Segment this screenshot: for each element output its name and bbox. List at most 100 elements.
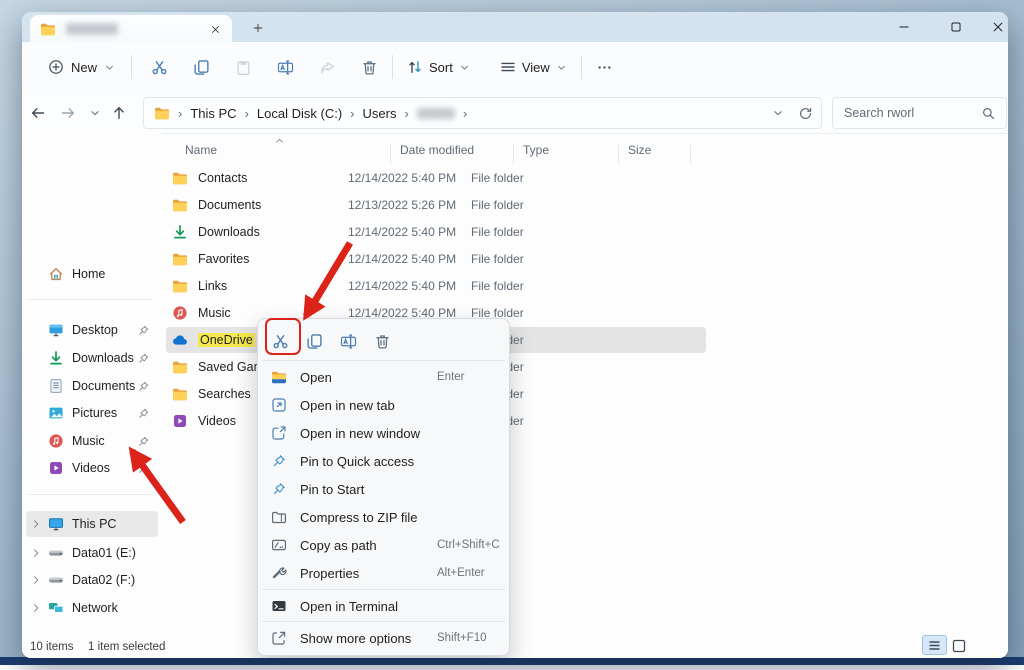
sidebar-item-home[interactable]: Home <box>26 261 158 287</box>
file-row[interactable]: Downloads 12/14/2022 5:40 PM File folder <box>166 219 706 245</box>
sidebar-item-desktop[interactable]: Desktop <box>26 317 158 343</box>
breadcrumb-users[interactable]: Users <box>363 106 397 121</box>
pin-icon <box>271 453 287 469</box>
view-button[interactable]: View <box>492 50 575 84</box>
column-separator[interactable] <box>690 145 691 163</box>
column-separator[interactable] <box>618 145 619 163</box>
file-type: File folder <box>471 279 524 293</box>
up-arrow-icon <box>111 105 127 121</box>
explorer-tab[interactable] <box>30 15 232 42</box>
see-more-button[interactable] <box>588 50 622 84</box>
context-rename-button[interactable] <box>334 327 362 355</box>
column-header-size[interactable]: Size <box>628 143 651 165</box>
paste-button[interactable] <box>226 50 260 84</box>
context-copy-button[interactable] <box>300 327 328 355</box>
chevron-right-icon[interactable] <box>30 574 42 586</box>
close-window-button[interactable] <box>977 12 1008 42</box>
column-separator[interactable] <box>390 145 391 163</box>
context-cut-button[interactable] <box>266 327 294 355</box>
sidebar-item-data02[interactable]: Data02 (F:) <box>26 567 158 593</box>
chevron-right-icon[interactable] <box>30 602 42 614</box>
sidebar-item-music[interactable]: Music <box>26 428 158 454</box>
menu-item-properties[interactable]: Properties Alt+Enter <box>262 559 505 587</box>
column-header-name[interactable]: Name <box>185 143 217 165</box>
toolbar-separator <box>131 55 132 79</box>
sidebar-item-documents[interactable]: Documents <box>26 373 158 399</box>
sort-button[interactable]: Sort <box>399 50 478 84</box>
sidebar-item-label: Downloads <box>72 351 137 365</box>
sidebar-item-videos[interactable]: Videos <box>26 455 158 481</box>
details-view-toggle[interactable] <box>922 635 947 655</box>
menu-item-open-new-window[interactable]: Open in new window <box>262 419 505 447</box>
file-name: Links <box>198 279 348 293</box>
file-row[interactable]: Favorites 12/14/2022 5:40 PM File folder <box>166 246 706 272</box>
search-icon <box>981 106 996 121</box>
menu-item-pin-quick-access[interactable]: Pin to Quick access <box>262 447 505 475</box>
folder-icon <box>154 105 170 121</box>
file-row[interactable]: Documents 12/13/2022 5:26 PM File folder <box>166 192 706 218</box>
file-row[interactable]: Links 12/14/2022 5:40 PM File folder <box>166 273 706 299</box>
back-button[interactable] <box>25 100 51 126</box>
new-button[interactable]: New <box>38 50 125 84</box>
copy-icon <box>306 333 323 350</box>
column-separator[interactable] <box>513 145 514 163</box>
menu-item-open-new-tab[interactable]: Open in new tab <box>262 391 505 419</box>
forward-button[interactable] <box>55 100 81 126</box>
large-icons-view-toggle[interactable] <box>949 637 969 655</box>
sidebar-item-this-pc[interactable]: This PC <box>26 511 158 537</box>
folder-icon <box>172 197 188 213</box>
sidebar-item-label: Documents <box>72 379 137 393</box>
trash-icon <box>374 333 391 350</box>
documents-icon <box>48 378 64 394</box>
menu-item-show-more-options[interactable]: Show more options Shift+F10 <box>262 624 505 652</box>
refresh-icon[interactable] <box>798 106 813 121</box>
menu-item-label: Pin to Quick access <box>300 454 505 469</box>
copy-button[interactable] <box>184 50 218 84</box>
breadcrumb-separator: › <box>463 106 467 121</box>
sidebar-item-label: Pictures <box>72 406 137 420</box>
column-header-date[interactable]: Date modified <box>400 143 474 165</box>
cut-button[interactable] <box>142 50 176 84</box>
menu-item-open-in-terminal[interactable]: Open in Terminal <box>262 592 505 620</box>
menu-item-compress-zip[interactable]: Compress to ZIP file <box>262 503 505 531</box>
file-date: 12/14/2022 5:40 PM <box>348 171 470 185</box>
file-name: Downloads <box>198 225 348 239</box>
column-header-type[interactable]: Type <box>523 143 549 165</box>
delete-button[interactable] <box>352 50 386 84</box>
up-button[interactable] <box>106 100 132 126</box>
breadcrumb-username-blurred <box>417 108 455 119</box>
chevron-right-icon[interactable] <box>30 518 42 530</box>
file-date: 12/14/2022 5:40 PM <box>348 252 470 266</box>
minimize-button[interactable] <box>883 12 925 42</box>
sidebar-item-data01[interactable]: Data01 (E:) <box>26 540 158 566</box>
menu-item-copy-as-path[interactable]: Copy as path Ctrl+Shift+C <box>262 531 505 559</box>
share-button[interactable] <box>310 50 344 84</box>
tab-close-button[interactable] <box>206 20 224 38</box>
breadcrumb-this-pc[interactable]: This PC <box>190 106 236 121</box>
sidebar-item-downloads[interactable]: Downloads <box>26 345 158 371</box>
breadcrumb-local-disk[interactable]: Local Disk (C:) <box>257 106 342 121</box>
breadcrumb-separator: › <box>404 106 408 121</box>
chevron-down-icon <box>459 62 470 73</box>
sidebar-item-network[interactable]: Network <box>26 595 158 621</box>
chevron-down-icon[interactable] <box>772 107 784 119</box>
trash-icon <box>361 59 378 76</box>
rename-button[interactable] <box>268 50 302 84</box>
breadcrumb[interactable]: › This PC › Local Disk (C:) › Users › › <box>143 97 822 129</box>
recent-locations-button[interactable] <box>82 100 108 126</box>
chevron-right-icon[interactable] <box>30 547 42 559</box>
maximize-button[interactable] <box>935 12 977 42</box>
music-icon <box>48 433 64 449</box>
context-menu: Open Enter Open in new tab Open in new w… <box>257 318 510 656</box>
file-row[interactable]: Contacts 12/14/2022 5:40 PM File folder <box>166 165 706 191</box>
sort-ascending-caret-icon <box>274 135 285 146</box>
menu-item-pin-to-start[interactable]: Pin to Start <box>262 475 505 503</box>
menu-item-open[interactable]: Open Enter <box>262 363 505 391</box>
new-tab-button[interactable] <box>248 18 268 38</box>
file-type: File folder <box>471 171 524 185</box>
sidebar-item-pictures[interactable]: Pictures <box>26 400 158 426</box>
search-input[interactable]: Search rworl <box>832 97 1007 129</box>
toolbar-separator <box>392 55 393 79</box>
file-name: Favorites <box>198 252 348 266</box>
context-delete-button[interactable] <box>368 327 396 355</box>
